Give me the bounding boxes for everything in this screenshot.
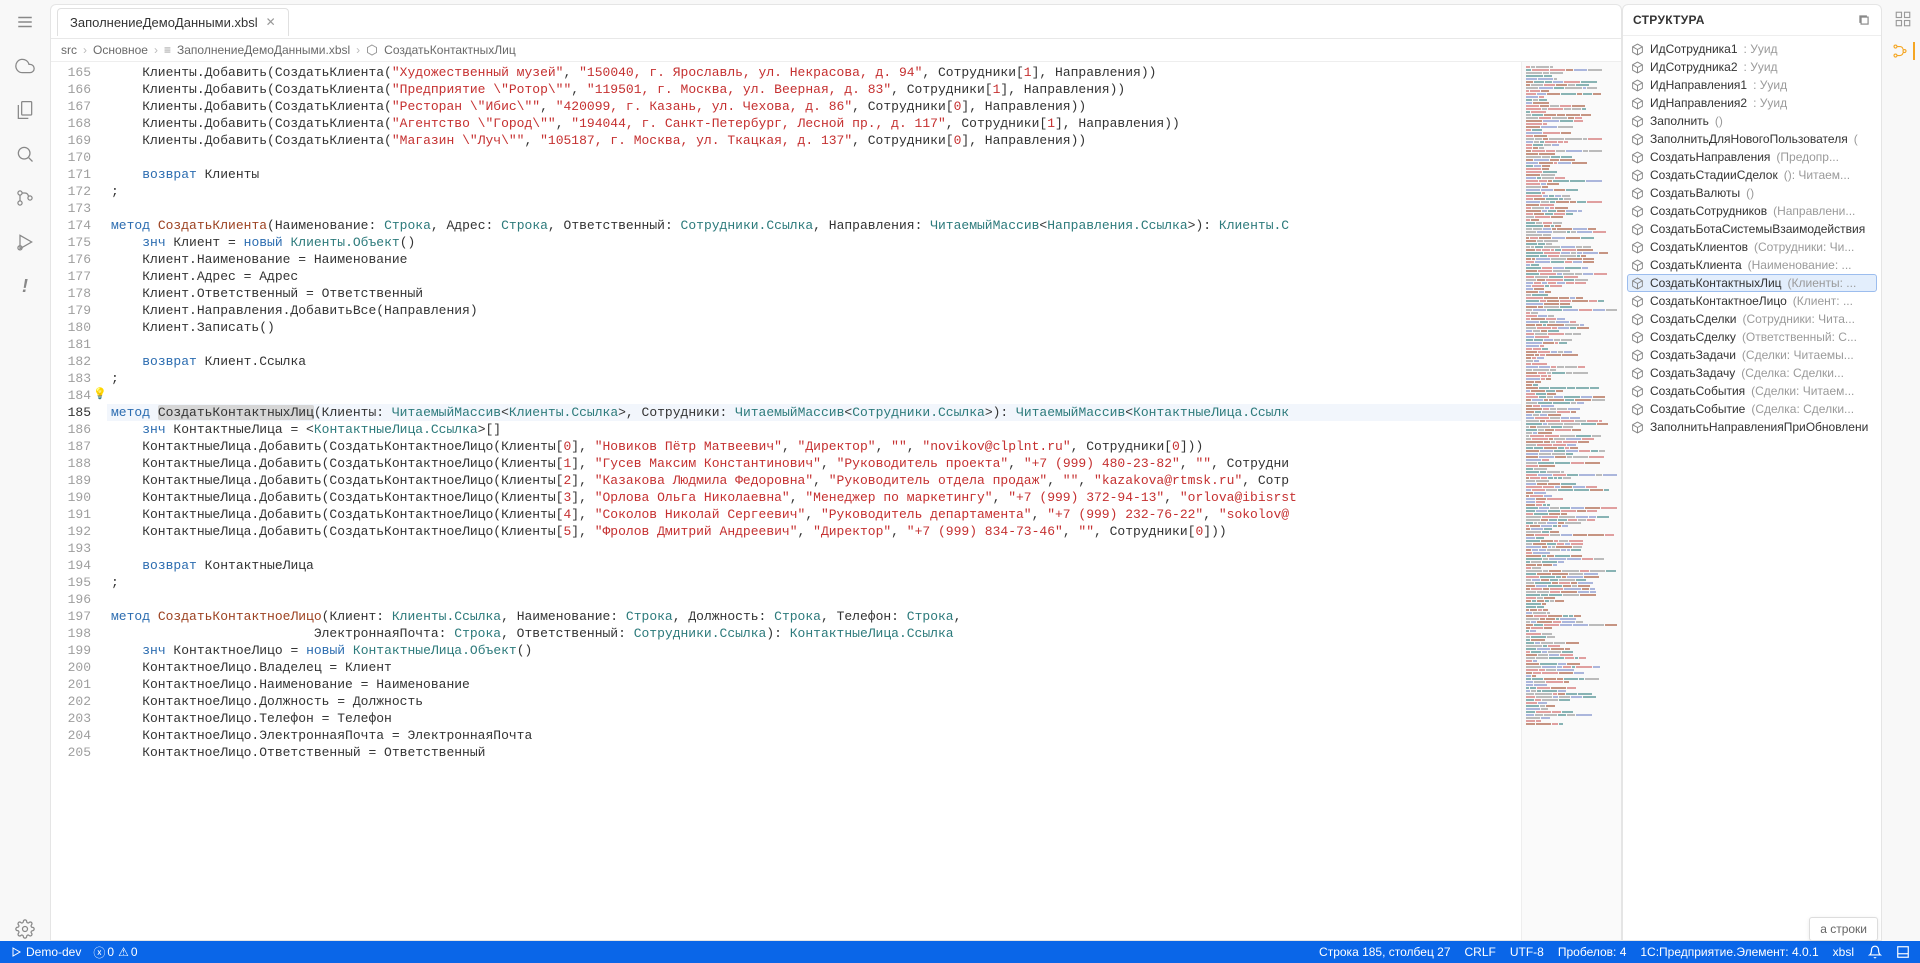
status-spaces[interactable]: Пробелов: 4 <box>1558 945 1627 959</box>
tab-label: ЗаполнениеДемоДанными.xbsl <box>70 15 258 30</box>
status-eol[interactable]: CRLF <box>1465 945 1496 959</box>
lightbulb-icon[interactable]: 💡 <box>93 387 107 400</box>
breadcrumbs[interactable]: src › Основное › ≡ ЗаполнениеДемоДанными… <box>51 39 1621 62</box>
outline-item[interactable]: ИдНаправления1: Ууид <box>1623 76 1881 94</box>
cube-icon <box>1631 223 1644 236</box>
status-panel-icon[interactable] <box>1896 945 1910 959</box>
status-bell-icon[interactable] <box>1868 945 1882 959</box>
suggest-popup[interactable]: а строки <box>1809 917 1878 941</box>
outline-item[interactable]: СоздатьКлиентов (Сотрудники: Чи... <box>1623 238 1881 256</box>
cube-icon <box>1631 151 1644 164</box>
problems-icon[interactable]: ! <box>13 274 37 298</box>
outline-item[interactable]: СоздатьСобытие (Сделка: Сделки... <box>1623 400 1881 418</box>
breadcrumb-seg[interactable]: ЗаполнениеДемоДанными.xbsl <box>177 43 350 57</box>
cube-icon <box>1631 97 1644 110</box>
source-control-icon[interactable] <box>13 186 37 210</box>
cube-icon <box>1631 241 1644 254</box>
cube-icon <box>1631 259 1644 272</box>
close-icon[interactable]: ✕ <box>266 15 276 29</box>
structure-panel: СТРУКТУРА ИдСотрудника1: УуидИдСотрудник… <box>1622 4 1882 941</box>
cube-icon <box>1631 313 1644 326</box>
tab-file[interactable]: ЗаполнениеДемоДанными.xbsl ✕ <box>57 8 289 36</box>
outline-item[interactable]: СоздатьКлиента (Наименование: ... <box>1623 256 1881 274</box>
cube-icon <box>1631 61 1644 74</box>
outline-item[interactable]: СоздатьВалюты () <box>1623 184 1881 202</box>
outline-item[interactable]: СоздатьЗадачи (Сделки: Читаемы... <box>1623 346 1881 364</box>
outline-item[interactable]: СоздатьСобытия (Сделки: Читаем... <box>1623 382 1881 400</box>
status-cursor[interactable]: Строка 185, столбец 27 <box>1319 945 1450 959</box>
outline-item[interactable]: ЗаполнитьНаправленияПриОбновлени <box>1623 418 1881 436</box>
outline-item[interactable]: СоздатьБотаСистемыВзаимодействия <box>1623 220 1881 238</box>
cube-icon <box>1631 43 1644 56</box>
cube-icon <box>1631 205 1644 218</box>
search-icon[interactable] <box>13 142 37 166</box>
menu-icon[interactable] <box>13 10 37 34</box>
cube-icon <box>1631 115 1644 128</box>
line-gutter[interactable]: 1651661671681691701711721731741751761771… <box>51 62 107 940</box>
outline-item[interactable]: ИдСотрудника1: Ууид <box>1623 40 1881 58</box>
status-encoding[interactable]: UTF-8 <box>1510 945 1544 959</box>
outline-item[interactable]: СоздатьНаправления (Предопр... <box>1623 148 1881 166</box>
file-icon: ≡ <box>164 43 171 57</box>
outline-item[interactable]: ИдСотрудника2: Ууид <box>1623 58 1881 76</box>
files-icon[interactable] <box>13 98 37 122</box>
restore-icon[interactable] <box>1857 13 1871 27</box>
structure-header: СТРУКТУРА <box>1623 5 1881 36</box>
cube-icon <box>1631 349 1644 362</box>
cube-icon <box>1631 421 1644 434</box>
outline-item[interactable]: СоздатьЗадачу (Сделка: Сделки... <box>1623 364 1881 382</box>
structure-title: СТРУКТУРА <box>1633 13 1705 27</box>
method-icon <box>366 44 378 56</box>
outline-list[interactable]: ИдСотрудника1: УуидИдСотрудника2: УуидИд… <box>1623 36 1881 940</box>
cube-icon <box>1631 187 1644 200</box>
debug-icon[interactable] <box>13 230 37 254</box>
breadcrumb-seg[interactable]: src <box>61 43 77 57</box>
status-problems[interactable]: ⓧ 0 ⚠ 0 <box>93 944 137 961</box>
settings-icon[interactable] <box>13 917 37 941</box>
cube-icon <box>1631 367 1644 380</box>
cube-icon <box>1631 295 1644 308</box>
editor-area: ЗаполнениеДемоДанными.xbsl ✕ src › Основ… <box>50 4 1622 941</box>
editor-tabs: ЗаполнениеДемоДанными.xbsl ✕ <box>51 5 1621 39</box>
breadcrumb-seg[interactable]: СоздатьКонтактныхЛиц <box>384 43 516 57</box>
status-bar: Demo-dev ⓧ 0 ⚠ 0 Строка 185, столбец 27 … <box>0 941 1920 963</box>
status-lang[interactable]: xbsl <box>1833 945 1854 959</box>
cloud-icon[interactable] <box>13 54 37 78</box>
status-platform[interactable]: 1С:Предприятие.Элемент: 4.0.1 <box>1640 945 1818 959</box>
outline-item[interactable]: СоздатьСтадииСделок (): Читаем... <box>1623 166 1881 184</box>
outline-item[interactable]: СоздатьСделку (Ответственный: С... <box>1623 328 1881 346</box>
chevron-right-icon: › <box>356 43 360 57</box>
editor-body: 1651661671681691701711721731741751761771… <box>51 62 1621 940</box>
cube-icon <box>1631 133 1644 146</box>
outline-item[interactable]: ЗаполнитьДляНовогоПользователя ( <box>1623 130 1881 148</box>
cube-icon <box>1631 277 1644 290</box>
code-area[interactable]: Клиенты.Добавить(СоздатьКлиента("Художес… <box>107 62 1521 940</box>
cube-icon <box>1631 385 1644 398</box>
cube-icon <box>1631 331 1644 344</box>
outline-item[interactable]: ИдНаправления2: Ууид <box>1623 94 1881 112</box>
suggest-text: а строки <box>1820 922 1867 936</box>
outline-item[interactable]: СоздатьКонтактныхЛиц (Клиенты: ... <box>1627 274 1877 292</box>
minimap[interactable] <box>1521 62 1621 940</box>
status-remote[interactable]: Demo-dev <box>10 945 81 959</box>
grid-icon[interactable] <box>1894 10 1912 28</box>
outline-item[interactable]: СоздатьСделки (Сотрудники: Чита... <box>1623 310 1881 328</box>
cube-icon <box>1631 169 1644 182</box>
cube-icon <box>1631 403 1644 416</box>
cube-icon <box>1631 79 1644 92</box>
chevron-right-icon: › <box>154 43 158 57</box>
chevron-right-icon: › <box>83 43 87 57</box>
outline-item[interactable]: СоздатьСотрудников (Направлени... <box>1623 202 1881 220</box>
right-activity-bar <box>1886 0 1920 941</box>
outline-item[interactable]: Заполнить () <box>1623 112 1881 130</box>
outline-item[interactable]: СоздатьКонтактноеЛицо (Клиент: ... <box>1623 292 1881 310</box>
structure-toggle-icon[interactable] <box>1891 42 1915 60</box>
breadcrumb-seg[interactable]: Основное <box>93 43 148 57</box>
activity-bar: ! <box>0 0 50 941</box>
